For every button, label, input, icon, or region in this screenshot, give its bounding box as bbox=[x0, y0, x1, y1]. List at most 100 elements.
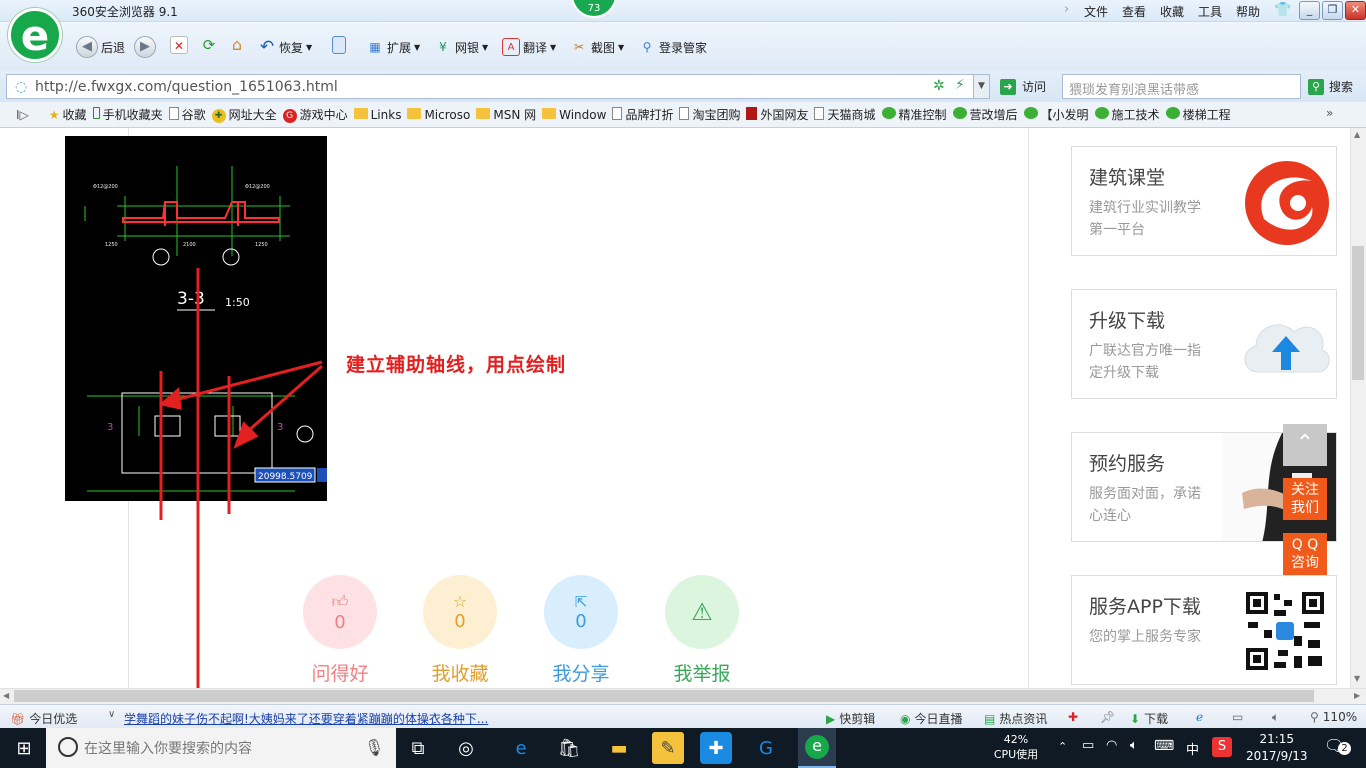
menu-file[interactable]: 文件 bbox=[1084, 3, 1108, 20]
translate-button[interactable]: A 翻译 ▼ bbox=[502, 36, 556, 58]
clock[interactable]: 21:15 2017/9/13 bbox=[1246, 731, 1308, 765]
notification-center-icon[interactable]: 🗨︎ 2 bbox=[1324, 736, 1351, 755]
bookmarks-overflow-icon[interactable]: » bbox=[1326, 106, 1333, 120]
horizontal-scroll-thumb[interactable] bbox=[14, 690, 1314, 702]
bookmark-item[interactable]: 天猫商城 bbox=[814, 106, 876, 123]
edge-icon[interactable]: e bbox=[505, 732, 537, 764]
url-dropdown-icon[interactable]: ▼ bbox=[973, 75, 989, 98]
battery-icon[interactable]: ▭ bbox=[1082, 738, 1094, 753]
notes-icon[interactable]: ✎ bbox=[652, 732, 684, 764]
url-input[interactable]: ◌ http://e.fwxgx.com/question_1651063.ht… bbox=[6, 74, 990, 99]
bookmark-item[interactable]: MSN 网 bbox=[476, 106, 536, 123]
bookmark-item[interactable]: 施工技术 bbox=[1094, 106, 1160, 123]
scroll-up-icon[interactable]: ▲ bbox=[1354, 130, 1360, 139]
app-plus-icon[interactable]: ✚ bbox=[700, 732, 732, 764]
pin-icon[interactable]: 📌︎ bbox=[1100, 710, 1115, 724]
card-upgrade-download[interactable]: 升级下载 广联达官方唯一指定升级下载 bbox=[1071, 289, 1337, 399]
tray-up-icon[interactable]: ⌃ bbox=[1058, 740, 1067, 753]
bookmark-item[interactable]: 淘宝团购 bbox=[679, 106, 740, 123]
maximize-button[interactable]: ❐ bbox=[1322, 1, 1343, 20]
taskbar-search-input[interactable]: 在这里输入你要搜索的内容 🎙︎ bbox=[46, 728, 396, 768]
volume-icon[interactable]: 🔈︎ bbox=[1130, 738, 1138, 753]
cpu-meter[interactable]: 42% CPU使用 bbox=[990, 732, 1042, 762]
vertical-scrollbar[interactable]: ▲ ▼ bbox=[1350, 128, 1366, 688]
card-building-class[interactable]: 建筑课堂 建筑行业实训教学第一平台 bbox=[1071, 146, 1337, 256]
restore-button[interactable]: ↶ 恢复 ▼ bbox=[258, 36, 312, 58]
tshirt-skin-icon[interactable]: 👕 bbox=[1274, 2, 1291, 18]
ie-icon[interactable]: ℯ bbox=[1196, 710, 1203, 724]
hot-news-button[interactable]: ▤ 热点资讯 bbox=[984, 710, 1047, 727]
refresh-icon[interactable]: ⟳ bbox=[200, 36, 218, 54]
minimize-button[interactable]: _ bbox=[1299, 1, 1320, 20]
scroll-down-icon[interactable]: ▼ bbox=[1354, 674, 1360, 683]
stop-icon[interactable]: ✕ bbox=[170, 36, 188, 54]
action-like[interactable]: 👍︎ 0 问得好 bbox=[303, 575, 377, 686]
counter-badge[interactable]: 73 bbox=[571, 0, 617, 18]
bookmark-item[interactable]: 手机收藏夹 bbox=[92, 106, 163, 123]
back-button[interactable]: ◀ 后退 bbox=[76, 36, 125, 58]
ime-label[interactable]: 中 bbox=[1186, 739, 1199, 758]
store-icon[interactable]: 🛍︎ bbox=[553, 732, 585, 764]
medical-cross-icon[interactable]: ✚ bbox=[1068, 710, 1078, 724]
bookmark-item[interactable]: ★ 收藏 bbox=[49, 106, 87, 123]
action-favorite[interactable]: ☆ 0 我收藏 bbox=[423, 575, 497, 686]
zoom-control[interactable]: ⚲ 110% bbox=[1310, 710, 1357, 724]
qq-consult-button[interactable]: Q Q 咨询 bbox=[1283, 533, 1327, 575]
back-to-top-button[interactable]: ⌃ bbox=[1283, 424, 1327, 466]
scroll-right-icon[interactable]: ▶ bbox=[1354, 691, 1360, 700]
keyboard-icon[interactable]: ⌨ bbox=[1154, 738, 1174, 754]
live-today-button[interactable]: ◉ 今日直播 bbox=[900, 710, 963, 727]
bookmark-item[interactable]: Microso bbox=[407, 107, 470, 122]
security-icon[interactable]: ✲ bbox=[933, 78, 945, 94]
glodon-icon[interactable]: G bbox=[750, 732, 782, 764]
bookmark-item[interactable]: 楼梯工程 bbox=[1165, 106, 1231, 123]
speaker-icon[interactable]: 🔈︎ bbox=[1272, 710, 1279, 725]
lightning-icon[interactable]: ⚡ bbox=[955, 77, 965, 93]
close-button[interactable]: ✕ bbox=[1345, 1, 1366, 20]
sidebar-toggle-icon[interactable]: I▷ bbox=[16, 108, 29, 122]
wifi-icon[interactable]: ◠ bbox=[1106, 738, 1117, 753]
bookmark-item[interactable]: 外国网友 bbox=[746, 106, 808, 123]
menu-help[interactable]: 帮助 bbox=[1236, 3, 1260, 20]
360-browser-task-icon[interactable]: e bbox=[798, 728, 836, 768]
home-icon[interactable]: ⌂ bbox=[228, 36, 246, 54]
search-button[interactable]: ⚲ 搜索 bbox=[1308, 78, 1353, 95]
follow-us-button[interactable]: 关注我们 bbox=[1283, 478, 1327, 520]
task-view-icon[interactable]: ⧉ bbox=[402, 732, 434, 764]
card-app-download[interactable]: 服务APP下载 您的掌上服务专家 bbox=[1071, 575, 1337, 685]
bookmark-item[interactable]: ✚ 网址大全 bbox=[211, 106, 277, 123]
menu-view[interactable]: 查看 bbox=[1122, 3, 1146, 20]
screenshot-button[interactable]: ✂ 截图 ▼ bbox=[570, 36, 624, 58]
microphone-icon[interactable]: 🎙︎ bbox=[364, 738, 384, 757]
bookmark-item[interactable]: G 游戏中心 bbox=[282, 106, 348, 123]
scroll-left-icon[interactable]: ◀ bbox=[3, 691, 9, 700]
news-headline-link[interactable]: 学舞蹈的妹子伤不起啊!大姨妈来了还要穿着紧蹦蹦的体操衣各种下... bbox=[124, 710, 488, 727]
vertical-scroll-thumb[interactable] bbox=[1352, 246, 1364, 380]
forward-button[interactable]: ▶ bbox=[134, 36, 156, 58]
search-input[interactable]: 猥琐发育别浪黑话带感 bbox=[1062, 74, 1301, 99]
download-button[interactable]: ⬇ 下载 bbox=[1130, 710, 1168, 727]
window-icon[interactable]: ▭ bbox=[1232, 710, 1243, 724]
sogou-icon[interactable]: S bbox=[1212, 737, 1232, 757]
visit-button[interactable]: ➜ 访问 bbox=[1000, 78, 1046, 95]
quick-clip-button[interactable]: ▶ 快剪辑 bbox=[826, 710, 875, 727]
bookmark-item[interactable]: Window bbox=[542, 107, 606, 122]
bookmark-item[interactable]: 谷歌 bbox=[168, 106, 206, 123]
bookmark-item[interactable]: 精准控制 bbox=[881, 106, 947, 123]
menu-tools[interactable]: 工具 bbox=[1198, 3, 1222, 20]
browser-swirl-icon[interactable]: ◎ bbox=[450, 732, 482, 764]
windows-start-icon[interactable]: ⊞ bbox=[8, 732, 40, 764]
mobile-icon[interactable] bbox=[332, 36, 346, 54]
login-manager-button[interactable]: ⚲ 登录管家 bbox=[638, 36, 707, 58]
action-share[interactable]: ⇱ 0 我分享 bbox=[544, 575, 618, 686]
action-report[interactable]: ⚠ 我举报 bbox=[665, 575, 739, 686]
extensions-button[interactable]: ▦ 扩展 ▼ bbox=[366, 36, 420, 58]
chevron-down-icon[interactable]: ∨ bbox=[108, 709, 115, 720]
bookmark-item[interactable]: Links bbox=[353, 107, 401, 122]
browser-logo-icon[interactable]: e bbox=[8, 8, 62, 62]
bookmark-item[interactable]: 营改增后 bbox=[952, 106, 1018, 123]
bank-button[interactable]: ¥ 网银 ▼ bbox=[434, 36, 488, 58]
menu-favorites[interactable]: 收藏 bbox=[1160, 3, 1184, 20]
file-explorer-icon[interactable]: ▬ bbox=[603, 732, 635, 764]
today-pick-button[interactable]: 🎁︎ 今日优选 bbox=[10, 710, 77, 727]
